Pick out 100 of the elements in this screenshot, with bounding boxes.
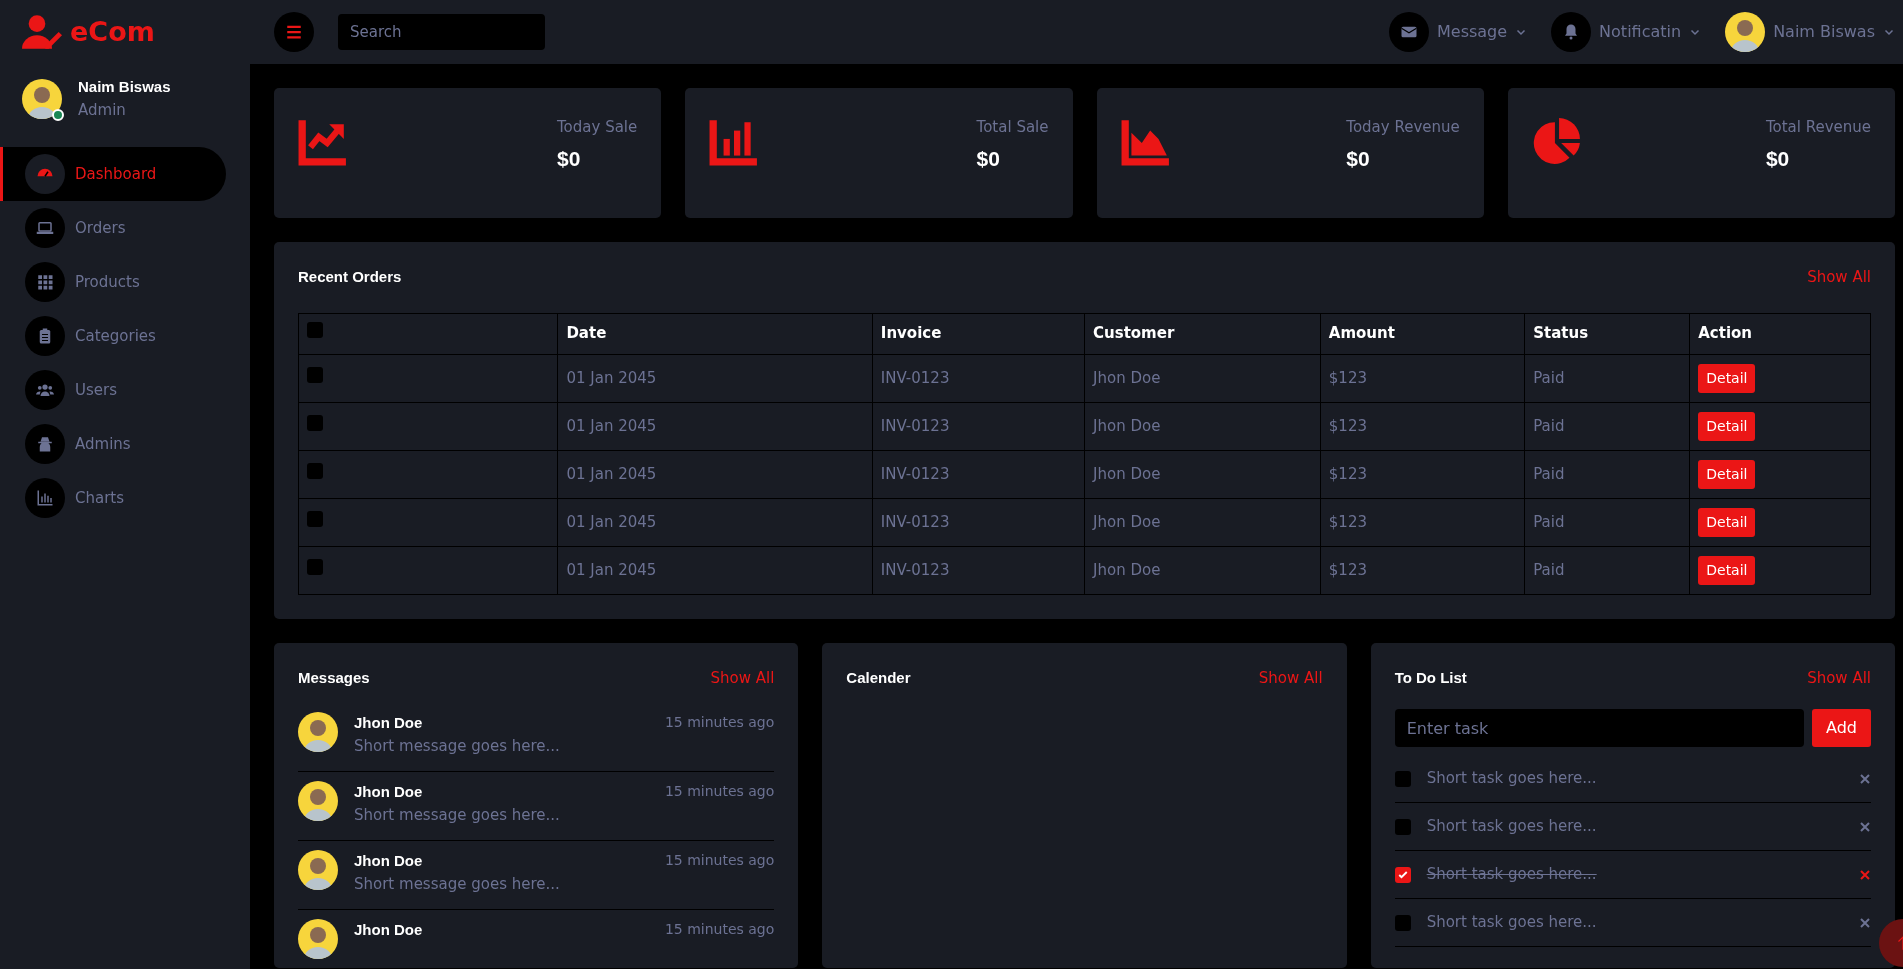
avatar bbox=[1725, 12, 1766, 52]
sender-name: Jhon Doe bbox=[354, 851, 423, 871]
panel-title: Recent Orders bbox=[298, 267, 402, 287]
close-icon bbox=[1859, 772, 1871, 785]
avatar bbox=[22, 78, 62, 119]
menu-icon bbox=[285, 23, 303, 41]
table-cell: 01 Jan 2045 bbox=[557, 546, 873, 594]
table-cell: $123 bbox=[1320, 354, 1525, 402]
table-cell: $123 bbox=[1320, 450, 1525, 498]
message-time: 15 minutes ago bbox=[664, 920, 775, 939]
checkbox[interactable] bbox=[1394, 914, 1411, 931]
table-cell: Paid bbox=[1524, 354, 1690, 402]
delete-button[interactable] bbox=[1859, 868, 1871, 881]
column-header: Invoice bbox=[872, 313, 1085, 354]
delete-button[interactable] bbox=[1859, 772, 1871, 785]
nav-item[interactable]: Admins bbox=[0, 417, 226, 471]
user-role: Admin bbox=[78, 99, 127, 121]
close-icon bbox=[1859, 868, 1871, 881]
column-header: Customer bbox=[1084, 313, 1321, 354]
nav-item[interactable]: Dashboard bbox=[0, 147, 226, 201]
message-text: Short message goes here... bbox=[354, 873, 561, 895]
dropdown-toggle-button[interactable]: Message bbox=[1389, 12, 1528, 52]
detail-button[interactable]: Detail bbox=[1698, 555, 1756, 585]
delete-button[interactable] bbox=[1859, 916, 1871, 929]
checkbox[interactable] bbox=[1394, 770, 1411, 787]
table-cell: 01 Jan 2045 bbox=[557, 498, 873, 546]
sender-name: Jhon Doe bbox=[354, 920, 423, 940]
delete-button[interactable] bbox=[1859, 820, 1871, 833]
column-header: Action bbox=[1689, 313, 1871, 354]
stat-label: Today Revenue bbox=[1346, 117, 1460, 138]
task-text: Short task goes here... bbox=[1426, 816, 1598, 838]
pie-chart-icon bbox=[1531, 116, 1582, 166]
checkbox[interactable] bbox=[307, 510, 323, 527]
task-input-field[interactable]: Enter task bbox=[1394, 709, 1804, 747]
checkbox[interactable] bbox=[307, 462, 323, 479]
table-cell: Paid bbox=[1524, 450, 1690, 498]
close-icon bbox=[1859, 820, 1871, 833]
table-cell: 01 Jan 2045 bbox=[557, 402, 873, 450]
table-cell: INV-0123 bbox=[872, 498, 1085, 546]
table-cell: INV-0123 bbox=[872, 546, 1085, 594]
message-time: 15 minutes ago bbox=[664, 782, 775, 801]
user-icon bbox=[36, 435, 54, 453]
avatar bbox=[298, 850, 338, 890]
nav-item[interactable]: Charts bbox=[0, 471, 226, 525]
column-header: Status bbox=[1524, 313, 1690, 354]
dropdown-toggle-button[interactable]: Notificatin bbox=[1551, 12, 1702, 52]
column-header: Date bbox=[557, 313, 873, 354]
sender-name: Jhon Doe bbox=[354, 713, 423, 733]
detail-button[interactable]: Detail bbox=[1698, 411, 1756, 441]
add-button[interactable]: Add bbox=[1812, 709, 1871, 747]
table-cell: $123 bbox=[1320, 402, 1525, 450]
checkbox[interactable] bbox=[307, 414, 323, 431]
detail-button[interactable]: Detail bbox=[1698, 459, 1756, 489]
detail-button[interactable]: Detail bbox=[1698, 363, 1756, 393]
panel-title: Calender bbox=[846, 667, 911, 688]
stat-label: Total Revenue bbox=[1765, 117, 1871, 138]
show-all-link[interactable]: Show All bbox=[1807, 666, 1871, 689]
table-cell: Jhon Doe bbox=[1084, 450, 1321, 498]
dropdown-toggle-button[interactable]: Naim Biswas bbox=[1725, 12, 1895, 52]
show-all-link[interactable]: Show All bbox=[710, 666, 775, 689]
stat-label: Today Sale bbox=[557, 117, 638, 138]
panel-title: To Do List bbox=[1394, 667, 1467, 688]
nav-item[interactable]: Categories bbox=[0, 309, 226, 363]
checkbox[interactable] bbox=[307, 558, 323, 575]
column-header: Amount bbox=[1320, 313, 1525, 354]
table-cell: Jhon Doe bbox=[1084, 498, 1321, 546]
task-text: Short task goes here... bbox=[1426, 864, 1598, 886]
table-cell: $123 bbox=[1320, 498, 1525, 546]
checkbox[interactable] bbox=[307, 322, 323, 339]
detail-button[interactable]: Detail bbox=[1698, 507, 1756, 537]
checkbox[interactable] bbox=[1394, 866, 1411, 883]
table-cell: Jhon Doe bbox=[1084, 402, 1321, 450]
show-all-link[interactable]: Show All bbox=[1807, 266, 1871, 289]
avatar bbox=[298, 919, 338, 959]
message-time: 15 minutes ago bbox=[664, 851, 775, 870]
show-all-link[interactable]: Show All bbox=[1258, 666, 1323, 689]
brand-name: eCom bbox=[70, 14, 155, 49]
table-cell: Paid bbox=[1524, 546, 1690, 594]
table-cell: 01 Jan 2045 bbox=[557, 354, 873, 402]
checkbox[interactable] bbox=[307, 366, 323, 383]
table-cell: $123 bbox=[1320, 546, 1525, 594]
table-cell: INV-0123 bbox=[872, 450, 1085, 498]
user-edit-icon bbox=[22, 12, 62, 52]
nav-item[interactable]: Orders bbox=[0, 201, 226, 255]
table-cell: Jhon Doe bbox=[1084, 354, 1321, 402]
nav-item[interactable]: Users bbox=[0, 363, 226, 417]
checkbox[interactable] bbox=[1394, 818, 1411, 835]
nav-item[interactable]: Products bbox=[0, 255, 226, 309]
table-cell: INV-0123 bbox=[872, 354, 1085, 402]
close-icon bbox=[1859, 916, 1871, 929]
user-name: Naim Biswas bbox=[78, 77, 171, 97]
message-text: Short message goes here... bbox=[354, 735, 561, 757]
stat-value: $0 bbox=[557, 145, 582, 172]
grid-icon bbox=[36, 273, 54, 291]
stat-label: Total Sale bbox=[976, 117, 1049, 138]
table-cell: Paid bbox=[1524, 402, 1690, 450]
panel-title: Messages bbox=[298, 667, 370, 688]
menu-button[interactable] bbox=[274, 12, 314, 52]
search-field[interactable]: Search bbox=[338, 14, 545, 50]
table-cell: Jhon Doe bbox=[1084, 546, 1321, 594]
